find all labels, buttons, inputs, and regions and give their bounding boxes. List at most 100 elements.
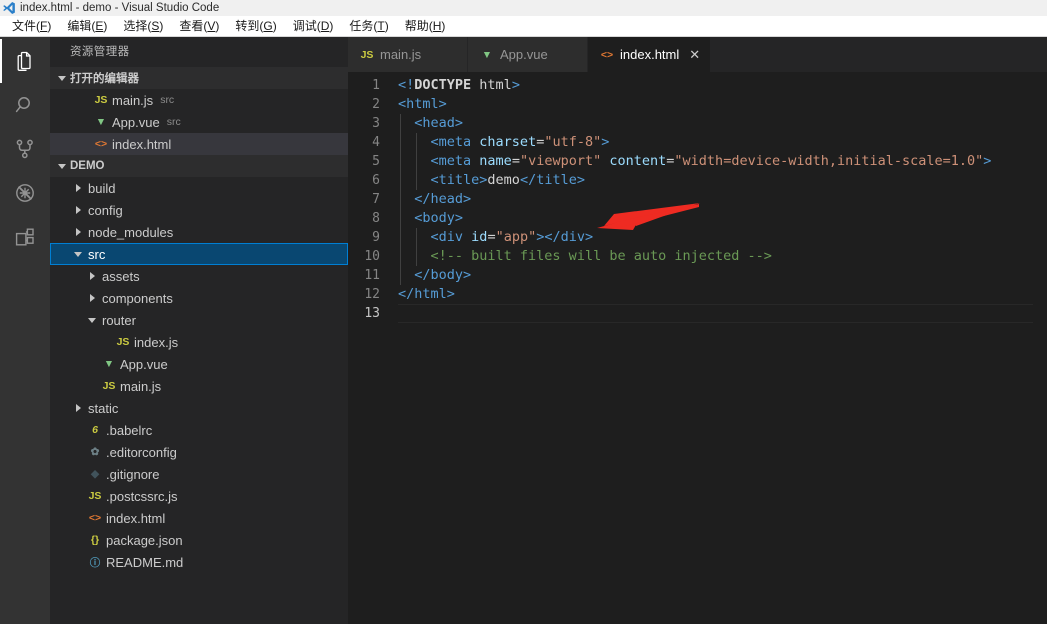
chevron-right-icon xyxy=(70,228,86,236)
activity-item-search[interactable] xyxy=(0,83,50,127)
menu-item-5[interactable]: 调试(D) xyxy=(285,16,342,36)
tree-file-readme-md[interactable]: ⓘ README.md xyxy=(50,551,348,573)
open-editor-path: src xyxy=(160,94,175,106)
section-project-demo[interactable]: DEMO xyxy=(50,155,348,177)
tree-folder-components[interactable]: components xyxy=(50,287,348,309)
open-editor-label: index.html xyxy=(112,136,172,152)
code-line: 13 xyxy=(348,304,1047,323)
token-tag: <html> xyxy=(398,96,447,112)
close-icon[interactable]: ✕ xyxy=(689,48,700,61)
open-editor-item[interactable]: JS main.js src xyxy=(50,89,348,111)
activity-item-source-control[interactable] xyxy=(0,127,50,171)
token-eq: = xyxy=(511,153,520,169)
line-number: 6 xyxy=(372,173,380,188)
code-line: 11 </body> xyxy=(348,266,1047,285)
activity-item-extensions[interactable] xyxy=(0,215,50,259)
tree-file-package-json[interactable]: {} package.json xyxy=(50,529,348,551)
editor-tab-main-js[interactable]: JS main.js xyxy=(348,37,468,72)
tree-folder-static[interactable]: static xyxy=(50,397,348,419)
menu-item-7[interactable]: 帮助(H) xyxy=(397,16,454,36)
tree-item-label: package.json xyxy=(106,532,183,548)
token-attr: charset xyxy=(479,134,537,150)
tree-folder-router[interactable]: router xyxy=(50,309,348,331)
indent-guide xyxy=(416,171,418,190)
indent-guide xyxy=(400,209,401,228)
token-tag: <title> xyxy=(430,172,488,188)
indent-guide xyxy=(400,266,401,285)
tree-item-label: .gitignore xyxy=(106,466,160,482)
code-lines: 1 <!DOCTYPE html> 2 <html> 3 <head> 4 <meta c… xyxy=(348,72,1047,323)
activity-bar xyxy=(0,37,50,624)
code-line: 9 <div id="app"></div> xyxy=(348,228,1047,247)
git-icon: ◆ xyxy=(90,468,100,480)
editor-tab-index-html[interactable]: <> index.html ✕ xyxy=(588,37,711,72)
tree-file-index-html[interactable]: <> index.html xyxy=(50,507,348,529)
tree-folder-build[interactable]: build xyxy=(50,177,348,199)
section-project-label: DEMO xyxy=(70,160,105,172)
activity-item-debug[interactable] xyxy=(0,171,50,215)
menu-item-1[interactable]: 编辑(E) xyxy=(59,16,115,36)
tree-folder-node-modules[interactable]: node_modules xyxy=(50,221,348,243)
open-editor-item[interactable]: ▼ App.vue src xyxy=(50,111,348,133)
extensions-icon xyxy=(13,225,37,249)
code-text: <!DOCTYPE html> xyxy=(398,76,520,95)
tree-file-gitignore[interactable]: ◆ .gitignore xyxy=(50,463,348,485)
tree-item-label: index.js xyxy=(134,334,179,350)
tree-file-index-js[interactable]: JS index.js xyxy=(50,331,348,353)
tree-file-postcssrc-js[interactable]: JS .postcssrc.js xyxy=(50,485,348,507)
token-tag: > xyxy=(601,134,610,150)
tree-file-editorconfig[interactable]: ✿ .editorconfig xyxy=(50,441,348,463)
menu-item-0[interactable]: 文件(F) xyxy=(4,16,59,36)
code-line: 6 <title>demo</title> xyxy=(348,171,1047,190)
sidebar-explorer: 资源管理器 打开的编辑器 JS main.js src ▼ App.vue src <> in… xyxy=(50,37,348,624)
chevron-right-icon xyxy=(70,184,86,192)
gear-icon: ✿ xyxy=(90,446,100,458)
code-line: 10 <!-- built files will be auto injecte… xyxy=(348,247,1047,266)
vue-icon: ▼ xyxy=(481,48,493,61)
activity-item-explorer[interactable] xyxy=(0,39,50,83)
line-number: 12 xyxy=(364,287,380,302)
indent-guide xyxy=(400,133,401,152)
tab-label: index.html xyxy=(620,47,680,62)
line-number: 9 xyxy=(372,230,380,245)
menu-item-2[interactable]: 选择(S) xyxy=(115,16,171,36)
editor-tab-bar: JS main.js ▼ App.vue <> index.html ✕ xyxy=(348,37,1047,72)
tree-folder-src[interactable]: src xyxy=(50,243,348,265)
tree-file-main-js[interactable]: JS main.js xyxy=(50,375,348,397)
code-text: <div id="app"></div> xyxy=(398,228,594,247)
open-editor-item[interactable]: <> index.html xyxy=(50,133,348,155)
token-attr: id xyxy=(471,229,488,245)
vscode-window: index.html - demo - Visual Studio Code 文… xyxy=(0,0,1047,624)
html-icon: <> xyxy=(94,138,108,150)
tree-file-babelrc[interactable]: 6 .babelrc xyxy=(50,419,348,441)
tree-folder-assets[interactable]: assets xyxy=(50,265,348,287)
tree-folder-config[interactable]: config xyxy=(50,199,348,221)
open-editors-list: JS main.js src ▼ App.vue src <> index.html xyxy=(50,89,348,155)
line-number: 10 xyxy=(364,249,380,264)
overview-ruler[interactable] xyxy=(1033,72,1047,624)
section-open-editors[interactable]: 打开的编辑器 xyxy=(50,67,348,89)
tree-item-label: index.html xyxy=(106,510,166,526)
menu-item-4[interactable]: 转到(G) xyxy=(227,16,284,36)
editor-tab-App-vue[interactable]: ▼ App.vue xyxy=(468,37,588,72)
menu-item-6[interactable]: 任务(T) xyxy=(341,16,396,36)
code-line: 5 <meta name="viewport" content="width=d… xyxy=(348,152,1047,171)
token-doct: > xyxy=(511,77,520,93)
code-text: </head> xyxy=(398,190,471,209)
js-icon: JS xyxy=(102,380,116,392)
token-attr: content xyxy=(609,153,667,169)
menu-item-3[interactable]: 查看(V) xyxy=(171,16,227,36)
code-editor[interactable]: 1 <!DOCTYPE html> 2 <html> 3 <head> 4 <meta c… xyxy=(348,72,1047,624)
markdown-icon: ⓘ xyxy=(89,556,101,569)
token-tag: <head> xyxy=(414,115,464,131)
chevron-down-icon xyxy=(84,317,100,323)
workbench: 资源管理器 打开的编辑器 JS main.js src ▼ App.vue src <> in… xyxy=(0,37,1047,624)
tree-file-app-vue[interactable]: ▼ App.vue xyxy=(50,353,348,375)
code-text: <head> xyxy=(398,114,463,133)
js-icon: JS xyxy=(360,48,374,61)
js-icon: JS xyxy=(94,94,108,106)
indent-guide xyxy=(400,114,401,133)
